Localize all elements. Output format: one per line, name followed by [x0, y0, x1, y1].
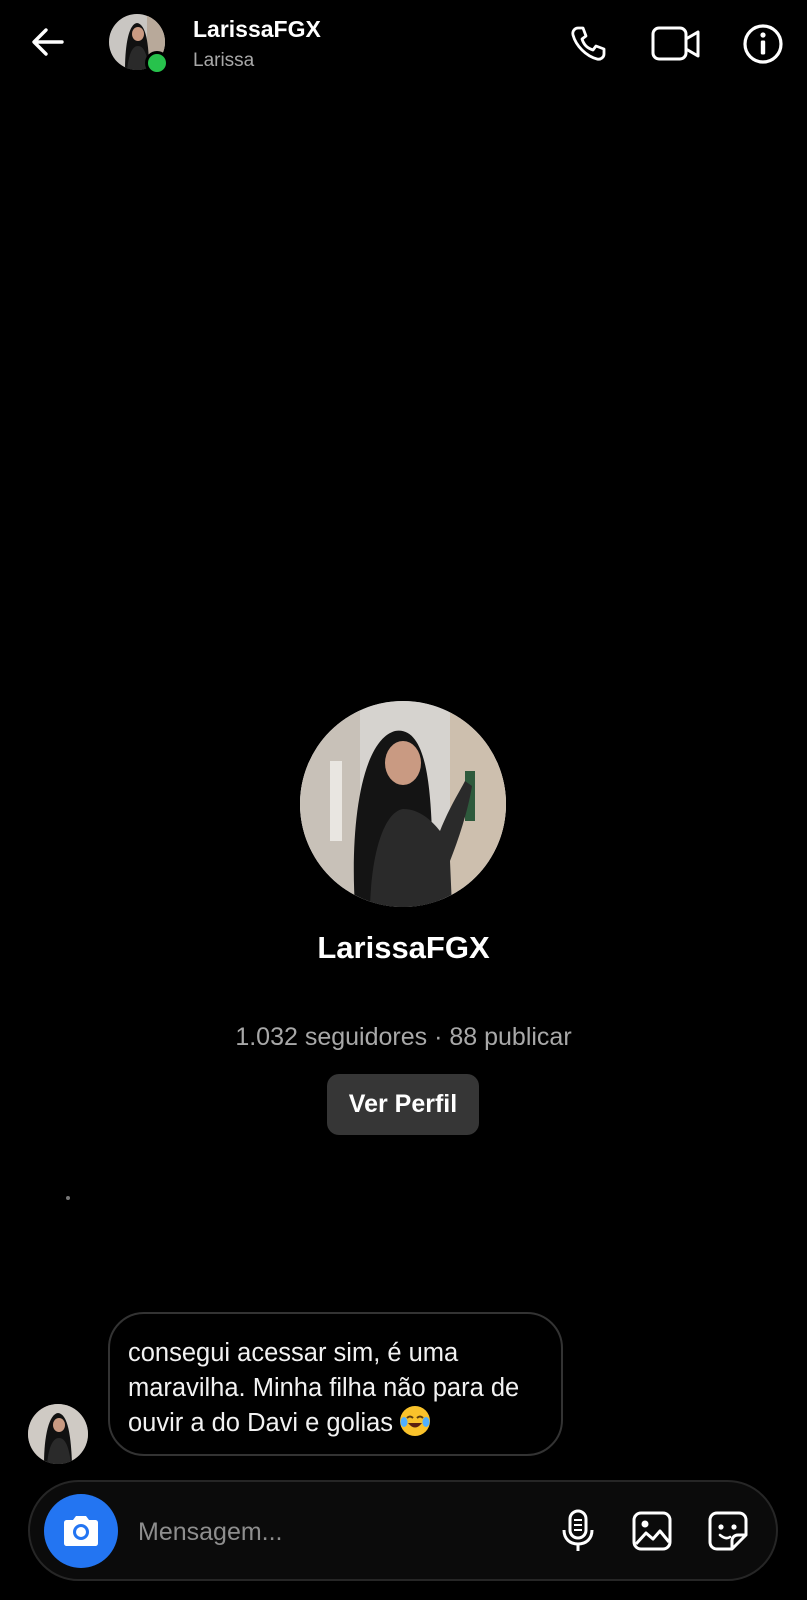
message-composer — [28, 1480, 778, 1581]
chat-subtitle[interactable]: Larissa — [193, 50, 254, 72]
back-button[interactable] — [28, 22, 68, 62]
voice-message-button[interactable] — [556, 1508, 600, 1554]
sticker-button[interactable] — [706, 1508, 750, 1554]
message-sender-avatar[interactable] — [28, 1404, 88, 1464]
message-input[interactable] — [136, 1510, 520, 1554]
tears-of-joy-emoji-icon — [400, 1406, 431, 1436]
profile-avatar[interactable] — [300, 701, 506, 907]
chat-title[interactable]: LarissaFGX — [193, 16, 321, 43]
microphone-icon — [562, 1509, 594, 1551]
gallery-icon — [632, 1511, 672, 1551]
chat-header: LarissaFGX Larissa — [0, 0, 807, 90]
video-call-button[interactable] — [650, 22, 702, 66]
gallery-button[interactable] — [630, 1508, 674, 1554]
decorative-dot — [66, 1196, 70, 1200]
camera-icon — [64, 1516, 98, 1546]
view-profile-button[interactable]: Ver Perfil — [327, 1074, 479, 1135]
sticker-icon — [708, 1511, 748, 1551]
profile-stats: 1.032 seguidores · 88 publicar — [235, 1023, 572, 1051]
message-bubble[interactable]: consegui acessar sim, é uma maravilha. M… — [108, 1312, 563, 1456]
info-icon — [743, 24, 783, 64]
camera-button[interactable] — [44, 1494, 118, 1568]
phone-icon — [571, 26, 606, 61]
online-status-dot — [145, 51, 169, 75]
info-button[interactable] — [741, 22, 785, 66]
video-camera-icon — [651, 26, 700, 61]
back-arrow-icon — [32, 28, 64, 56]
profile-username: LarissaFGX — [317, 930, 490, 965]
voice-call-button[interactable] — [566, 22, 610, 66]
message-text: consegui acessar sim, é uma maravilha. M… — [128, 1339, 520, 1437]
